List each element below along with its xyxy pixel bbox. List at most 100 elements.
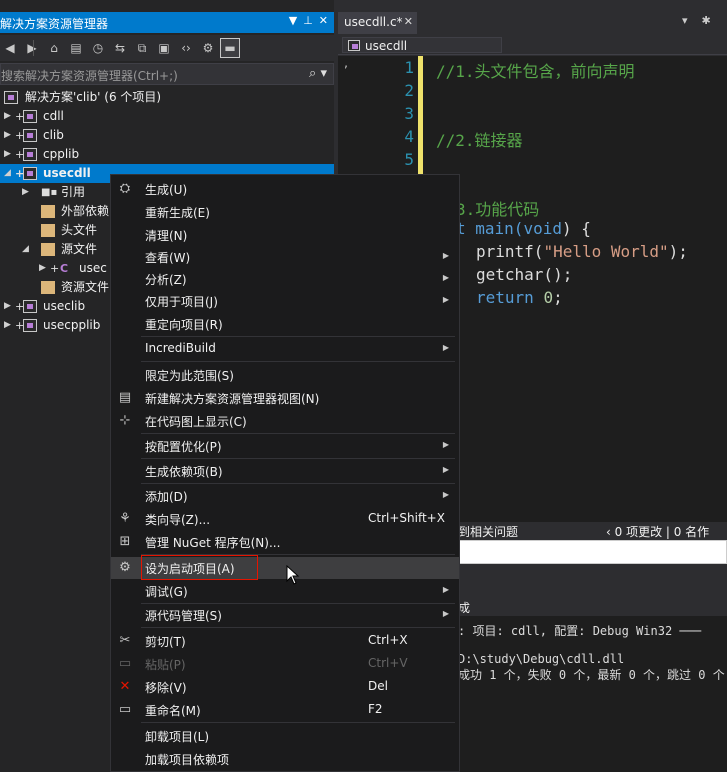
line-number: 5: [394, 150, 414, 169]
tab-dropdown-icon[interactable]: ▾: [682, 14, 688, 27]
back-icon[interactable]: ◀: [0, 38, 20, 58]
menu-item-label: 类向导(Z)...: [145, 511, 210, 528]
menu-item-class-wizard[interactable]: ⚘ 类向导(Z)... Ctrl+Shift+X: [111, 508, 459, 530]
menu-item-label: 分析(Z): [145, 271, 187, 288]
submenu-arrow-icon: ▶: [443, 490, 449, 499]
close-icon[interactable]: ✕: [319, 14, 328, 27]
code-comment: //1.头文件包含，前向声明: [436, 58, 635, 82]
pending-changes-icon[interactable]: ◷: [88, 38, 108, 58]
pin-icon[interactable]: ⊥: [303, 14, 313, 27]
menu-item-incredibuild[interactable]: IncrediBuild ▶: [111, 338, 459, 360]
search-icon[interactable]: ⌕ ▾: [309, 66, 327, 81]
submenu-arrow-icon: ▶: [443, 585, 449, 594]
expand-arrow-icon[interactable]: ▶: [4, 316, 11, 335]
menu-item-analyze[interactable]: 分析(Z) ▶: [111, 268, 459, 290]
menu-item-remove[interactable]: ✕ 移除(V) Del: [111, 676, 459, 698]
line-number: 2: [394, 81, 414, 100]
pending-changes-status[interactable]: ‹ 0 项更改 | 0 名作: [606, 523, 709, 540]
tree-project-clib[interactable]: ▶ + clib: [0, 126, 334, 145]
menu-item-paste[interactable]: ▭ 粘贴(P) Ctrl+V: [111, 653, 459, 675]
solution-label: 解决方案'clib' (6 个项目): [25, 88, 161, 107]
menu-separator: [141, 627, 455, 628]
menu-item-label: 源代码管理(S): [145, 607, 222, 624]
expand-arrow-icon[interactable]: ▶: [4, 126, 11, 145]
expand-arrow-icon[interactable]: ▶: [4, 145, 11, 164]
menu-item-label: 在代码图上显示(C): [145, 413, 247, 430]
switch-views-icon[interactable]: ▤: [66, 38, 86, 58]
menu-item-clean[interactable]: 清理(N): [111, 224, 459, 246]
line-number: 3: [394, 104, 414, 123]
remove-x-icon: ✕: [117, 679, 133, 695]
new-view-icon: ▤: [117, 390, 133, 406]
menu-item-label: 查看(W): [145, 249, 190, 266]
menu-item-new-explorer-view[interactable]: ▤ 新建解决方案资源管理器视图(N): [111, 387, 459, 409]
code-map-icon: ⊹: [117, 413, 133, 429]
toolbar-separator: [33, 40, 34, 56]
expand-arrow-icon[interactable]: ▶: [4, 107, 11, 126]
menu-item-project-only[interactable]: 仅用于项目(J) ▶: [111, 290, 459, 312]
menu-item-show-on-code-map[interactable]: ⊹ 在代码图上显示(C): [111, 410, 459, 432]
menu-item-retarget[interactable]: 重定向项目(R): [111, 313, 459, 335]
collapse-arrow-icon[interactable]: ◢: [22, 240, 29, 259]
menu-item-label: 重新生成(E): [145, 204, 210, 221]
menu-item-profile-guided[interactable]: 按配置优化(P) ▶: [111, 435, 459, 457]
menu-item-rebuild[interactable]: 重新生成(E): [111, 201, 459, 223]
class-wizard-icon: ⚘: [117, 511, 133, 527]
tab-label: usecdll.c*: [344, 15, 403, 29]
project-icon: [23, 148, 37, 161]
mouse-cursor-icon: [286, 565, 300, 585]
tab-strip-controls: ▾ ✱: [682, 14, 711, 27]
collapse-all-icon[interactable]: ⧉: [132, 38, 152, 58]
menu-item-build-dependencies[interactable]: 生成依赖项(B) ▶: [111, 460, 459, 482]
menu-item-build[interactable]: ⛭ 生成(U): [111, 178, 459, 200]
expand-arrow-icon[interactable]: ▶: [39, 259, 46, 278]
preview-icon[interactable]: ▬: [220, 38, 240, 58]
menu-item-load-dependencies[interactable]: 加载项目依赖项: [111, 748, 459, 770]
menu-item-label: 限定为此范围(S): [145, 367, 234, 384]
tab-usecdll-c[interactable]: usecdll.c* ✕: [338, 12, 417, 34]
line-number: 4: [394, 127, 414, 146]
code-comment: 3.功能代码: [456, 196, 539, 220]
home-icon[interactable]: ⌂: [44, 38, 64, 58]
menu-item-add[interactable]: 添加(D) ▶: [111, 485, 459, 507]
menu-item-label: 清理(N): [145, 227, 187, 244]
menu-item-unload-project[interactable]: 卸载项目(L): [111, 725, 459, 747]
menu-item-cut[interactable]: ✂ 剪切(T) Ctrl+X: [111, 630, 459, 652]
code-line-return: return 0;: [476, 288, 563, 307]
expand-arrow-icon[interactable]: ▶: [22, 183, 29, 202]
submenu-arrow-icon: ▶: [443, 465, 449, 474]
close-tab-icon[interactable]: ✕: [404, 15, 413, 28]
dropdown-arrow-icon[interactable]: ▼: [289, 14, 297, 27]
forward-icon[interactable]: ▶: [22, 38, 42, 58]
change-indicator-bar: [418, 56, 423, 176]
collapse-arrow-icon[interactable]: ◢: [4, 164, 11, 183]
tree-solution-node[interactable]: 解决方案'clib' (6 个项目): [0, 88, 334, 107]
show-all-files-icon[interactable]: ▣: [154, 38, 174, 58]
menu-item-label: 添加(D): [145, 488, 188, 505]
menu-item-debug[interactable]: 调试(G) ▶: [111, 580, 459, 602]
tree-project-cdll[interactable]: ▶ + cdll: [0, 107, 334, 126]
menu-item-view[interactable]: 查看(W) ▶: [111, 246, 459, 268]
menu-separator: [141, 361, 455, 362]
solution-search-box[interactable]: 搜索解决方案资源管理器(Ctrl+;) ⌕ ▾: [0, 63, 334, 85]
menu-item-source-control[interactable]: 源代码管理(S) ▶: [111, 604, 459, 626]
view-code-icon[interactable]: ‹›: [176, 38, 196, 58]
paste-icon: ▭: [117, 656, 133, 672]
expand-arrow-icon[interactable]: ▶: [4, 297, 11, 316]
properties-icon[interactable]: ⚙: [198, 38, 218, 58]
tree-project-cpplib[interactable]: ▶ + cpplib: [0, 145, 334, 164]
project-dropdown[interactable]: usecdll: [342, 37, 502, 53]
menu-item-manage-nuget[interactable]: ⊞ 管理 NuGet 程序包(N)...: [111, 531, 459, 553]
tree-item-label: 源文件: [61, 240, 97, 259]
nuget-icon: ⊞: [117, 534, 133, 550]
sync-icon[interactable]: ⇆: [110, 38, 130, 58]
menu-item-rename[interactable]: ▭ 重命名(M) F2: [111, 699, 459, 721]
settings-icon[interactable]: ✱: [702, 14, 711, 27]
line-number: 1: [394, 58, 414, 77]
submenu-arrow-icon: ▶: [443, 273, 449, 282]
menu-item-label: 粘贴(P): [145, 656, 186, 673]
project-label: cpplib: [43, 145, 79, 164]
project-icon: [23, 319, 37, 332]
scissors-icon: ✂: [117, 633, 133, 649]
menu-item-scope-to-this[interactable]: 限定为此范围(S): [111, 364, 459, 386]
